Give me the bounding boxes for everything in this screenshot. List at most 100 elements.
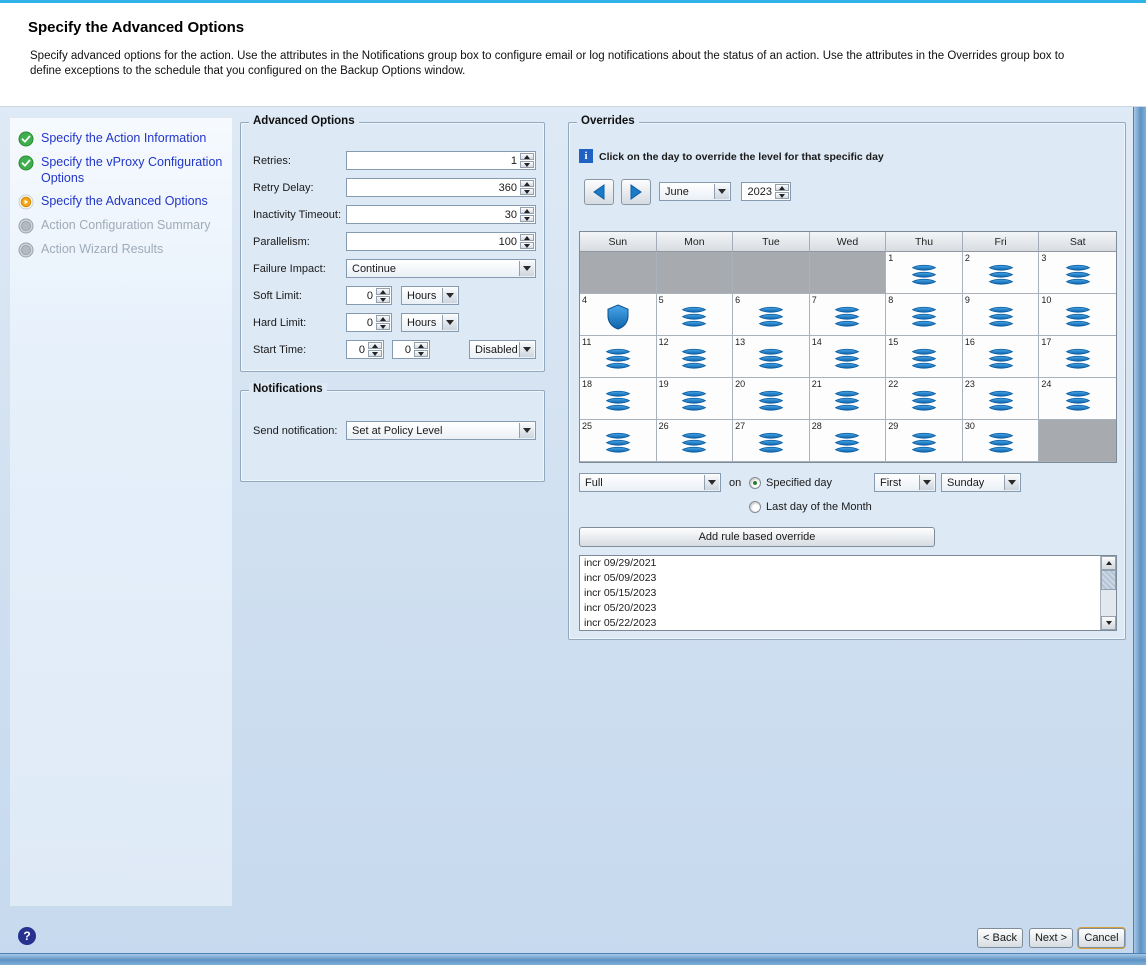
spin-up-icon[interactable]: [414, 342, 428, 349]
calendar-day-18[interactable]: 18: [580, 378, 657, 420]
spin-down-icon[interactable]: [376, 323, 390, 330]
calendar-day-3[interactable]: 3: [1039, 252, 1116, 294]
notifications-group-title: Notifications: [249, 383, 327, 395]
soft-limit-unit-select[interactable]: Hours: [401, 286, 459, 305]
wizard-step-5[interactable]: Action Wizard Results: [18, 241, 224, 258]
start-time-minute-input[interactable]: 0: [392, 340, 430, 359]
spin-up-icon[interactable]: [520, 234, 534, 241]
spin-down-icon[interactable]: [376, 296, 390, 303]
override-list-item[interactable]: incr 05/20/2023: [580, 601, 1100, 616]
calendar-day-22[interactable]: 22: [886, 378, 963, 420]
scroll-up-icon[interactable]: [1101, 556, 1116, 570]
last-day-of-month-radio[interactable]: [749, 501, 761, 513]
wizard-step-4[interactable]: Action Configuration Summary: [18, 217, 224, 234]
add-rule-based-override-button[interactable]: Add rule based override: [579, 527, 935, 547]
calendar-day-26[interactable]: 26: [657, 420, 734, 462]
retries-input[interactable]: 1: [346, 151, 536, 170]
chevron-down-icon[interactable]: [919, 475, 934, 490]
override-list-item[interactable]: incr 05/22/2023: [580, 616, 1100, 630]
specified-day-radio[interactable]: [749, 477, 761, 489]
spin-down-icon[interactable]: [414, 350, 428, 357]
inactivity-timeout-input[interactable]: 30: [346, 205, 536, 224]
calendar-day-11[interactable]: 11: [580, 336, 657, 378]
spin-up-icon[interactable]: [775, 184, 789, 191]
override-list[interactable]: incr 09/29/2021incr 05/09/2023incr 05/15…: [579, 555, 1117, 631]
calendar-day-2[interactable]: 2: [963, 252, 1040, 294]
wizard-step-3[interactable]: Specify the Advanced Options: [18, 193, 224, 210]
failure-impact-select[interactable]: Continue: [346, 259, 536, 278]
calendar-day-30[interactable]: 30: [963, 420, 1040, 462]
scrollbar-thumb[interactable]: [1101, 570, 1116, 590]
previous-month-button[interactable]: [584, 179, 614, 205]
scroll-down-icon[interactable]: [1101, 616, 1116, 630]
calendar-day-12[interactable]: 12: [657, 336, 734, 378]
spin-down-icon[interactable]: [775, 192, 789, 199]
calendar-day-10[interactable]: 10: [1039, 294, 1116, 336]
spin-up-icon[interactable]: [520, 207, 534, 214]
override-list-scrollbar[interactable]: [1100, 556, 1116, 630]
parallelism-input[interactable]: 100: [346, 232, 536, 251]
calendar-day-24[interactable]: 24: [1039, 378, 1116, 420]
calendar-day-8[interactable]: 8: [886, 294, 963, 336]
cancel-button[interactable]: Cancel: [1078, 928, 1125, 948]
retry-delay-input[interactable]: 360: [346, 178, 536, 197]
month-select[interactable]: June: [659, 182, 731, 201]
next-month-button[interactable]: [621, 179, 651, 205]
back-button[interactable]: < Back: [977, 928, 1023, 948]
calendar-day-27[interactable]: 27: [733, 420, 810, 462]
calendar-day-20[interactable]: 20: [733, 378, 810, 420]
chevron-down-icon[interactable]: [704, 475, 719, 490]
override-list-item[interactable]: incr 05/15/2023: [580, 586, 1100, 601]
chevron-down-icon[interactable]: [519, 423, 534, 438]
calendar-day-5[interactable]: 5: [657, 294, 734, 336]
chevron-down-icon[interactable]: [442, 288, 457, 303]
spin-up-icon[interactable]: [376, 288, 390, 295]
spin-down-icon[interactable]: [368, 350, 382, 357]
next-button[interactable]: Next >: [1029, 928, 1073, 948]
chevron-down-icon[interactable]: [442, 315, 457, 330]
ordinal-select[interactable]: First: [874, 473, 936, 492]
calendar-day-7[interactable]: 7: [810, 294, 887, 336]
wizard-step-1[interactable]: Specify the Action Information: [18, 130, 224, 147]
chevron-down-icon[interactable]: [1004, 475, 1019, 490]
send-notification-select[interactable]: Set at Policy Level: [346, 421, 536, 440]
wizard-step-2[interactable]: Specify the vProxy Configuration Options: [18, 154, 224, 186]
spin-down-icon[interactable]: [520, 161, 534, 168]
chevron-down-icon[interactable]: [714, 184, 729, 199]
spin-up-icon[interactable]: [520, 180, 534, 187]
calendar-day-9[interactable]: 9: [963, 294, 1040, 336]
year-input[interactable]: 2023: [741, 182, 791, 201]
spin-down-icon[interactable]: [520, 215, 534, 222]
calendar-day-21[interactable]: 21: [810, 378, 887, 420]
hard-limit-input[interactable]: 0: [346, 313, 392, 332]
start-time-hour-input[interactable]: 0: [346, 340, 384, 359]
hard-limit-unit-select[interactable]: Hours: [401, 313, 459, 332]
soft-limit-input[interactable]: 0: [346, 286, 392, 305]
override-list-item[interactable]: incr 09/29/2021: [580, 556, 1100, 571]
calendar-day-29[interactable]: 29: [886, 420, 963, 462]
calendar-day-17[interactable]: 17: [1039, 336, 1116, 378]
calendar-day-4[interactable]: 4: [580, 294, 657, 336]
start-time-mode-select[interactable]: Disabled: [469, 340, 536, 359]
spin-down-icon[interactable]: [520, 242, 534, 249]
calendar-day-1[interactable]: 1: [886, 252, 963, 294]
spin-up-icon[interactable]: [368, 342, 382, 349]
override-level-select[interactable]: Full: [579, 473, 721, 492]
help-button[interactable]: ?: [18, 927, 36, 945]
calendar-day-6[interactable]: 6: [733, 294, 810, 336]
spin-down-icon[interactable]: [520, 188, 534, 195]
calendar-day-15[interactable]: 15: [886, 336, 963, 378]
calendar-day-16[interactable]: 16: [963, 336, 1040, 378]
calendar-day-28[interactable]: 28: [810, 420, 887, 462]
calendar-day-25[interactable]: 25: [580, 420, 657, 462]
calendar-day-13[interactable]: 13: [733, 336, 810, 378]
chevron-down-icon[interactable]: [519, 261, 534, 276]
chevron-down-icon[interactable]: [519, 342, 534, 357]
override-list-item[interactable]: incr 05/09/2023: [580, 571, 1100, 586]
weekday-select[interactable]: Sunday: [941, 473, 1021, 492]
calendar-day-14[interactable]: 14: [810, 336, 887, 378]
calendar-day-19[interactable]: 19: [657, 378, 734, 420]
spin-up-icon[interactable]: [520, 153, 534, 160]
spin-up-icon[interactable]: [376, 315, 390, 322]
calendar-day-23[interactable]: 23: [963, 378, 1040, 420]
